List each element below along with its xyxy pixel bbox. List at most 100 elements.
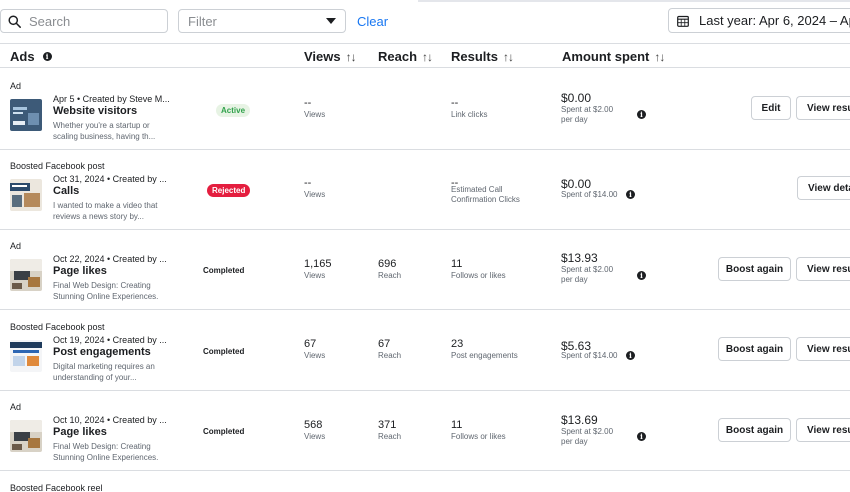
amount-subtext: Spent of $14.00 [561, 190, 618, 199]
results-value: 11 [451, 419, 463, 431]
ad-title[interactable]: Page likes [53, 426, 107, 438]
boost-again-button[interactable]: Boost again [718, 337, 791, 361]
ad-thumbnail[interactable] [10, 259, 42, 291]
ad-title[interactable]: Website visitors [53, 105, 137, 117]
clear-button[interactable]: Clear [357, 14, 388, 29]
ad-meta: Oct 31, 2024 • Created by ... [53, 174, 167, 184]
ad-thumbnail[interactable] [10, 340, 42, 372]
search-icon [8, 14, 21, 28]
ad-description: I wanted to make a video that reviews a … [53, 201, 158, 221]
calendar-icon [677, 15, 689, 27]
views-label: Views [304, 271, 326, 280]
reach-label: Reach [378, 271, 402, 280]
results-value: 23 [451, 338, 464, 350]
amount-spent: $13.93 [561, 251, 598, 265]
table-row[interactable]: Ad Apr 5 • Created by Steve M... Website… [0, 69, 850, 150]
ad-meta: Oct 10, 2024 • Created by ... [53, 415, 167, 425]
edit-button[interactable]: Edit [751, 96, 791, 120]
ad-description: Digital marketing requires an understand… [53, 362, 155, 382]
column-header-ads: Ads i [10, 49, 52, 64]
reach-value: 371 [378, 419, 397, 431]
column-header-reach-label: Reach [378, 49, 418, 64]
ad-meta: Oct 19, 2024 • Created by ... [53, 335, 167, 345]
boost-again-button[interactable]: Boost again [718, 418, 791, 442]
filter-dropdown[interactable]: Filter [178, 9, 346, 33]
date-range-picker[interactable]: Last year: Apr 6, 2024 – Apr 5, 2025 [668, 8, 850, 33]
table-row[interactable]: Boosted Facebook post Oct 19, 2024 • Cre… [0, 310, 850, 391]
ad-thumbnail[interactable] [10, 420, 42, 452]
sort-icon[interactable]: ↑↓ [503, 50, 514, 64]
table-row[interactable]: Boosted Facebook post Oct 31, 2024 • Cre… [0, 149, 850, 230]
info-icon[interactable]: i [626, 351, 635, 360]
table-header: Ads i Views ↑↓ Reach ↑↓ Results ↑↓ Amoun… [0, 43, 850, 68]
column-header-ads-label: Ads [10, 49, 35, 64]
views-value: 568 [304, 419, 323, 431]
amount-spent: $0.00 [561, 177, 592, 191]
view-results-button[interactable]: View results [796, 96, 850, 120]
ad-meta: Oct 22, 2024 • Created by ... [53, 254, 167, 264]
view-results-button[interactable]: View results [796, 418, 850, 442]
amount-subtext: Spent at $2.00 per day [561, 427, 614, 446]
column-header-amount-label: Amount spent [562, 49, 650, 64]
ad-description: Whether you're a startup or scaling busi… [53, 121, 156, 141]
top-divider [418, 0, 850, 2]
views-label: Views [304, 110, 326, 119]
status-badge: Completed [198, 425, 250, 438]
views-label: Views [304, 351, 326, 360]
info-icon[interactable]: i [637, 432, 646, 441]
views-label: Views [304, 190, 326, 199]
status-badge: Completed [198, 345, 250, 358]
info-icon[interactable]: i [626, 190, 635, 199]
ad-thumbnail[interactable] [10, 179, 42, 211]
view-results-button[interactable]: View results [796, 337, 850, 361]
ad-title[interactable]: Post engagements [53, 346, 151, 358]
search-input[interactable]: Search [0, 9, 168, 33]
search-placeholder: Search [29, 13, 71, 29]
results-label: Follows or likes [451, 432, 506, 441]
column-header-views[interactable]: Views ↑↓ [304, 49, 357, 64]
reach-value: 696 [378, 258, 397, 270]
row-type: Ad [10, 402, 22, 412]
filter-placeholder: Filter [188, 13, 217, 29]
views-value: 67 [304, 338, 317, 350]
column-header-results[interactable]: Results ↑↓ [451, 49, 514, 64]
views-value: -- [304, 97, 312, 109]
views-value: -- [304, 177, 312, 189]
reach-label: Reach [378, 432, 402, 441]
reach-value: 67 [378, 338, 391, 350]
view-results-button[interactable]: View results [796, 257, 850, 281]
amount-subtext: Spent at $2.00 per day [561, 105, 614, 124]
sort-icon[interactable]: ↑↓ [346, 50, 357, 64]
info-icon[interactable]: i [42, 52, 52, 61]
sort-icon[interactable]: ↑↓ [654, 50, 665, 64]
results-label: Link clicks [451, 110, 488, 119]
date-range-label: Last year: Apr 6, 2024 – Apr 5, 2025 [699, 13, 850, 28]
row-type: Ad [10, 241, 22, 251]
ad-description: Final Web Design: Creating Stunning Onli… [53, 442, 159, 462]
ad-thumbnail[interactable] [10, 99, 42, 131]
info-icon[interactable]: i [637, 271, 646, 280]
amount-spent: $0.00 [561, 91, 592, 105]
column-header-reach[interactable]: Reach ↑↓ [378, 49, 433, 64]
info-icon[interactable]: i [637, 110, 646, 119]
chevron-down-icon [326, 18, 336, 24]
column-header-results-label: Results [451, 49, 498, 64]
reach-label: Reach [378, 351, 402, 360]
results-label: Follows or likes [451, 271, 506, 280]
results-value: 11 [451, 258, 463, 270]
row-type: Boosted Facebook post [10, 161, 105, 171]
ad-meta: Apr 5 • Created by Steve M... [53, 94, 170, 104]
amount-subtext: Spent at $2.00 per day [561, 265, 614, 284]
column-header-amount-spent[interactable]: Amount spent ↑↓ [562, 49, 665, 64]
views-label: Views [304, 432, 326, 441]
row-type: Ad [10, 81, 22, 91]
sort-icon[interactable]: ↑↓ [422, 50, 433, 64]
boost-again-button[interactable]: Boost again [718, 257, 791, 281]
amount-subtext: Spent of $14.00 [561, 351, 618, 360]
table-row[interactable]: Ad Oct 22, 2024 • Created by ... Page li… [0, 229, 850, 310]
ad-title[interactable]: Calls [53, 185, 79, 197]
ad-title[interactable]: Page likes [53, 265, 107, 277]
view-details-button[interactable]: View details [797, 176, 850, 200]
toolbar: Search Filter Clear Last year: Apr 6, 20… [0, 0, 850, 42]
table-row[interactable]: Ad Oct 10, 2024 • Created by ... Page li… [0, 390, 850, 471]
